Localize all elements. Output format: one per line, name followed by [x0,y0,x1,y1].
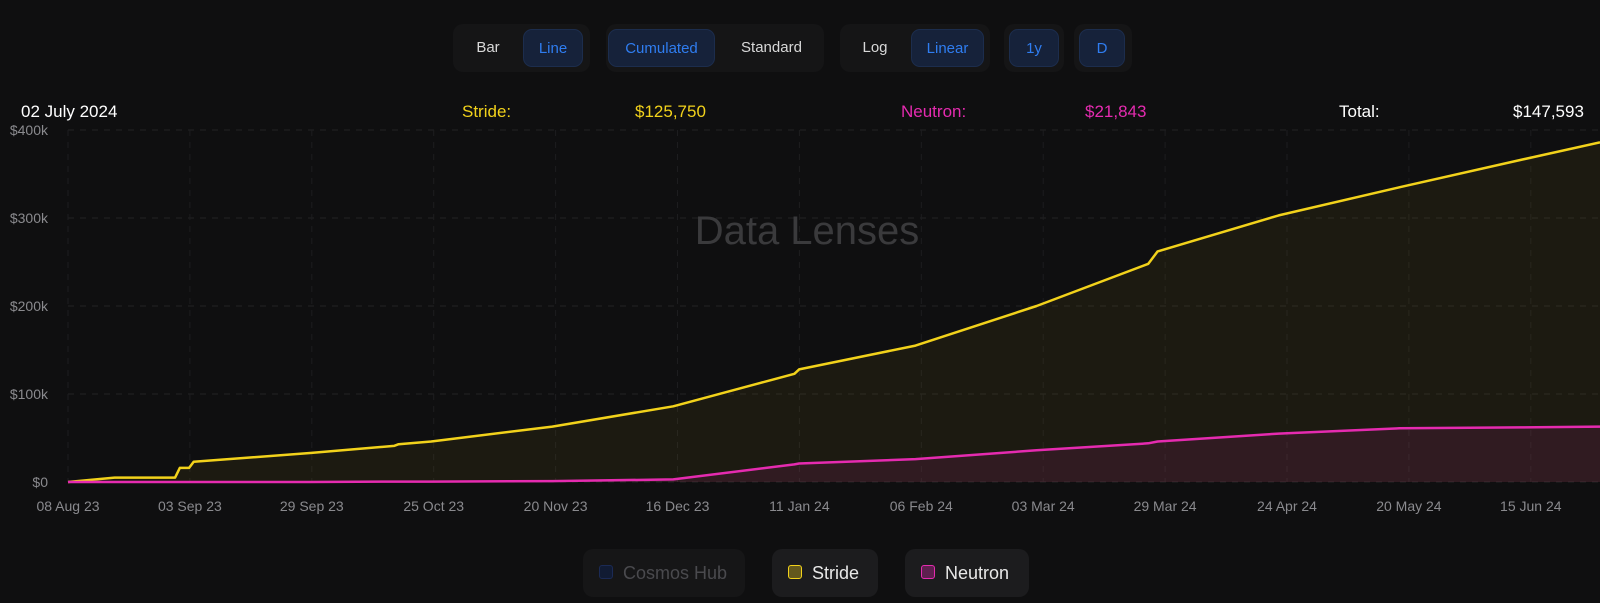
x-tick-label: 24 Apr 24 [1257,498,1317,514]
legend-item-cosmos-hub[interactable]: Cosmos Hub [583,549,745,597]
x-tick-label: 25 Oct 23 [403,498,464,514]
stride-swatch [788,565,802,579]
log-button[interactable]: Log [850,29,900,67]
x-tick-label: 03 Sep 23 [158,498,222,514]
y-axis-labels: $0 $100k $200k $300k $400k [10,122,49,490]
x-axis-labels: 08 Aug 23 03 Sep 23 29 Sep 23 25 Oct 23 20 N… [36,498,1561,514]
legend-item-neutron[interactable]: Neutron [905,549,1029,597]
y-tick-label: $0 [32,474,48,490]
standard-button[interactable]: Standard [724,29,819,67]
y-tick-label: $200k [10,298,49,314]
legend: Cosmos Hub Stride Neutron [0,549,1600,599]
legend-label: Stride [812,563,860,583]
y-tick-label: $300k [10,210,49,226]
line-chart[interactable]: Data Lenses $0 $100k $200k $300k $400k 08 Au… [0,120,1600,530]
x-tick-label: 20 May 24 [1376,498,1442,514]
range-group: 1y [1004,24,1064,72]
y-tick-label: $400k [10,122,49,138]
x-tick-label: 16 Dec 23 [646,498,710,514]
linear-button[interactable]: Linear [911,29,984,67]
chart-area[interactable]: Data Lenses $0 $100k $200k $300k $400k 08 Au… [0,120,1600,530]
chart-toolbar: Bar Line Cumulated Standard Log Linear 1… [0,24,1600,72]
bar-button[interactable]: Bar [463,29,513,67]
range-1y-button[interactable]: 1y [1009,29,1059,67]
x-tick-label: 03 Mar 24 [1012,498,1075,514]
x-tick-label: 15 Jun 24 [1500,498,1562,514]
mode-group: Cumulated Standard [606,24,824,72]
x-tick-label: 06 Feb 24 [890,498,953,514]
chart-type-group: Bar Line [453,24,590,72]
x-tick-label: 29 Mar 24 [1134,498,1197,514]
watermark: Data Lenses [695,209,920,253]
legend-label: Neutron [945,563,1010,583]
scale-group: Log Linear [840,24,990,72]
x-tick-label: 29 Sep 23 [280,498,344,514]
x-tick-label: 20 Nov 23 [524,498,588,514]
interval-group: D [1074,24,1132,72]
interval-d-button[interactable]: D [1079,29,1125,67]
y-tick-label: $100k [10,386,49,402]
cumulated-button[interactable]: Cumulated [608,29,715,67]
x-tick-label: 11 Jan 24 [769,498,830,514]
legend-label: Cosmos Hub [623,563,728,583]
cosmos-hub-swatch [599,565,613,579]
legend-item-stride[interactable]: Stride [772,549,878,597]
neutron-swatch [921,565,935,579]
line-button[interactable]: Line [523,29,583,67]
x-tick-label: 08 Aug 23 [36,498,99,514]
